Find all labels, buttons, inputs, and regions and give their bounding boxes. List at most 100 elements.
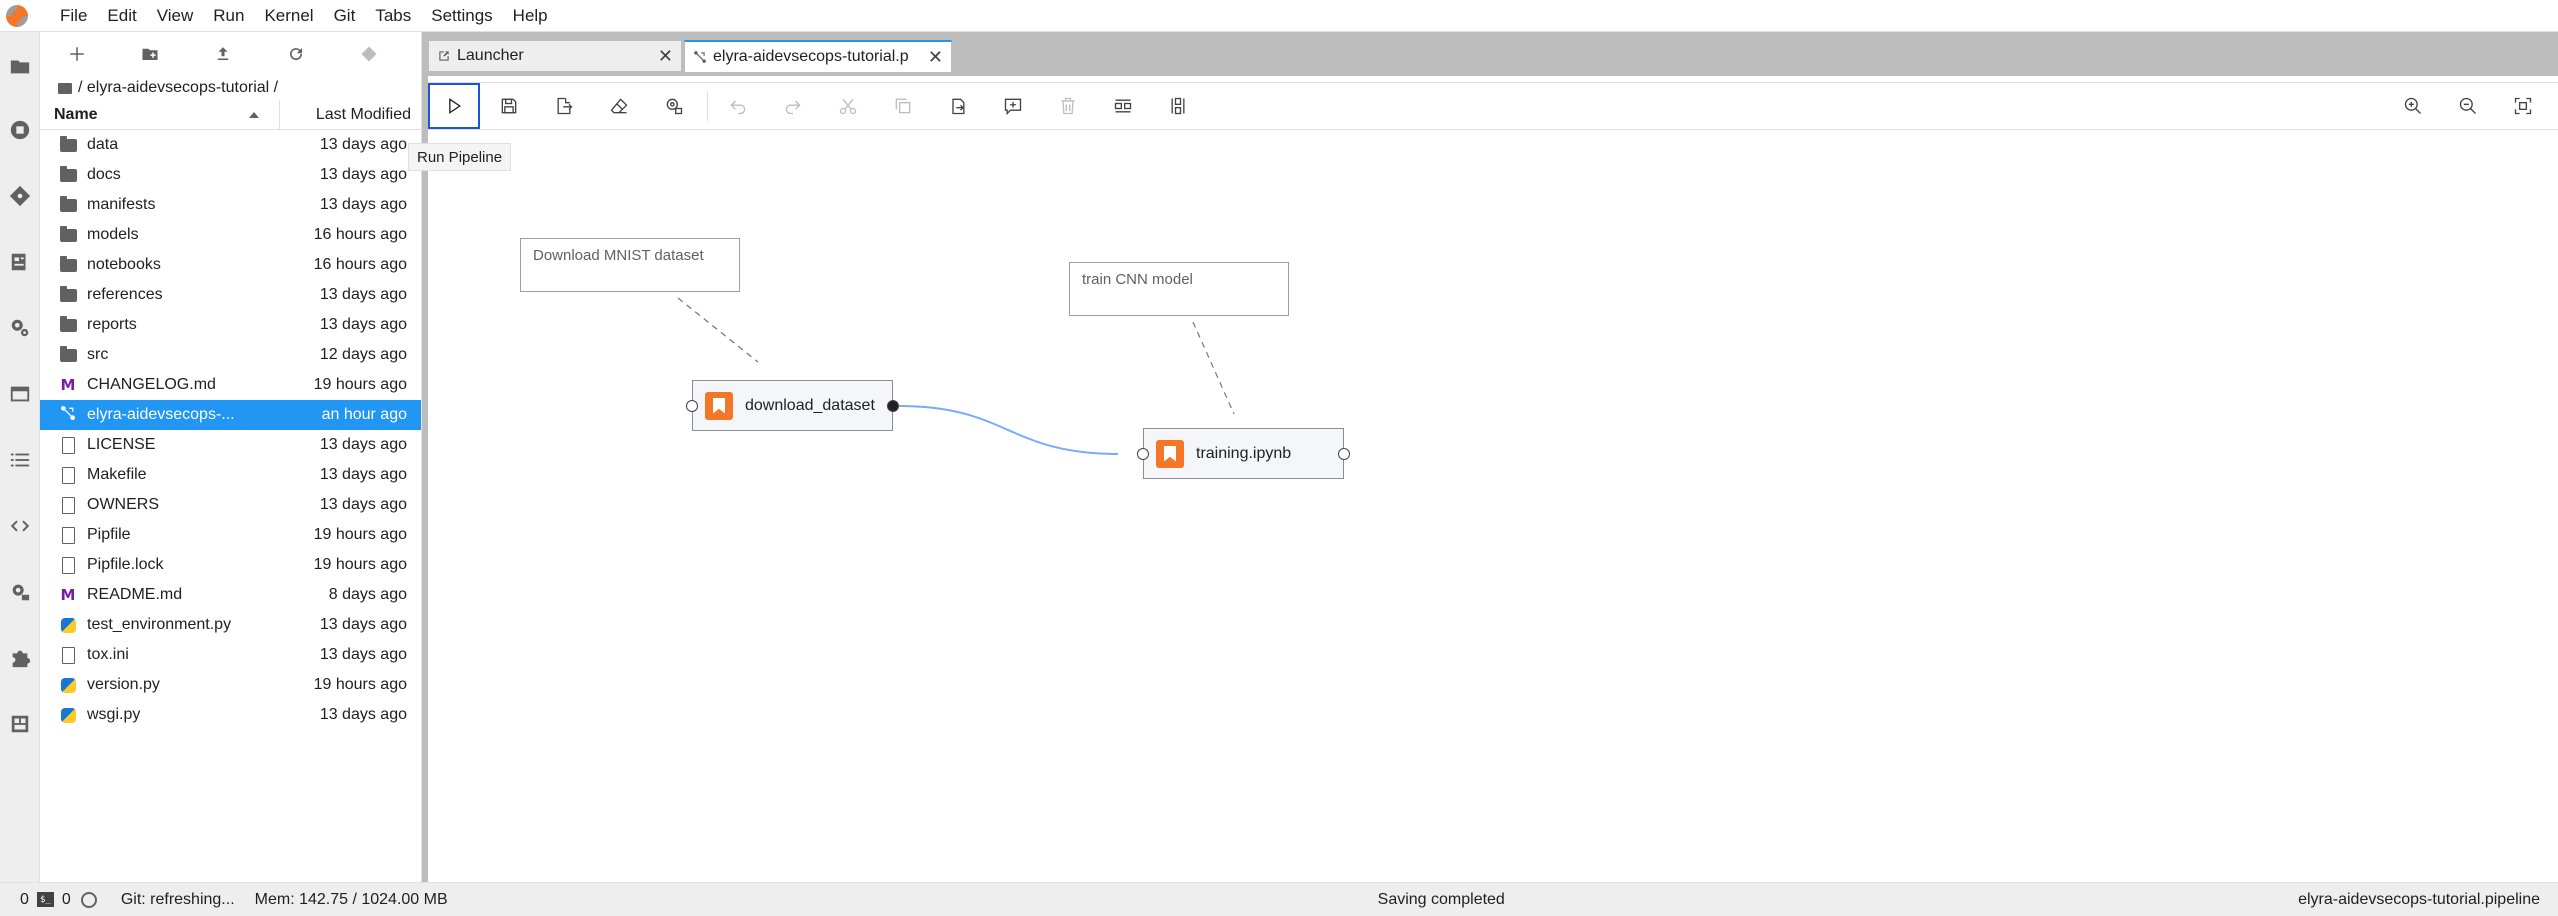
run-pipeline-button[interactable] <box>428 83 480 129</box>
file-row[interactable]: LICENSE 13 days ago <box>40 430 421 460</box>
redo-button[interactable] <box>767 83 819 129</box>
git-status[interactable]: Git: refreshing... <box>121 891 235 909</box>
menu-view[interactable]: View <box>147 0 204 32</box>
copy-button[interactable] <box>877 83 929 129</box>
comment-train[interactable]: train CNN model <box>1069 262 1289 316</box>
menu-help[interactable]: Help <box>503 0 558 32</box>
menu-git[interactable]: Git <box>324 0 366 32</box>
file-name: LICENSE <box>87 436 156 453</box>
menu-tabs[interactable]: Tabs <box>365 0 421 32</box>
fit-to-screen-button[interactable] <box>2495 83 2550 129</box>
file-name: reports <box>87 316 137 333</box>
sort-ascending-icon <box>249 111 259 118</box>
file-row[interactable]: OWNERS 13 days ago <box>40 490 421 520</box>
node-training[interactable]: training.ipynb <box>1137 428 1350 479</box>
file-row[interactable]: Pipfile.lock 19 hours ago <box>40 550 421 580</box>
column-header-name[interactable]: Name <box>40 100 280 129</box>
file-row[interactable]: version.py 19 hours ago <box>40 670 421 700</box>
table-of-contents-icon[interactable] <box>8 448 32 472</box>
file-name: README.md <box>87 586 183 603</box>
add-comment-button[interactable] <box>987 83 1039 129</box>
file-row[interactable]: tox.ini 13 days ago <box>40 640 421 670</box>
pipeline-links <box>677 297 1235 455</box>
file-row[interactable]: Pipfile 19 hours ago <box>40 520 421 550</box>
extensions-puzzle-icon[interactable] <box>8 646 32 670</box>
zoom-in-button[interactable] <box>2385 83 2440 129</box>
file-row[interactable]: docs 13 days ago <box>40 160 421 190</box>
comment-link-2 <box>1192 321 1235 415</box>
cut-icon <box>839 98 857 115</box>
close-icon[interactable]: ✕ <box>658 46 673 67</box>
output-port[interactable] <box>887 400 899 412</box>
terminal-icon[interactable]: $_ <box>36 892 54 907</box>
menu-bar: File Edit View Run Kernel Git Tabs Setti… <box>0 0 2558 32</box>
paste-button[interactable] <box>932 83 984 129</box>
file-row[interactable]: src 12 days ago <box>40 340 421 370</box>
breadcrumb-path[interactable]: / elyra-aidevsecops-tutorial / <box>78 79 278 97</box>
new-folder-button[interactable] <box>113 45 186 63</box>
menu-settings[interactable]: Settings <box>421 0 502 32</box>
menu-file[interactable]: File <box>50 0 97 32</box>
node-download-dataset[interactable]: download_dataset <box>686 380 899 431</box>
tab-launcher[interactable]: Launcher ✕ <box>428 40 682 72</box>
pipeline-canvas[interactable]: Download MNIST dataset train CNN model d… <box>428 132 2558 916</box>
runtimes-icon[interactable] <box>8 580 32 604</box>
file-row[interactable]: notebooks 16 hours ago <box>40 250 421 280</box>
file-row[interactable]: test_environment.py 13 days ago <box>40 610 421 640</box>
file-modified: 13 days ago <box>319 196 407 213</box>
file-row[interactable]: references 13 days ago <box>40 280 421 310</box>
close-icon[interactable]: ✕ <box>928 47 943 68</box>
tab-pipeline[interactable]: elyra-aidevsecops-tutorial.p ✕ <box>684 40 952 73</box>
file-row[interactable]: elyra-aidevsecops-... an hour ago <box>40 400 421 430</box>
arrange-vertical-button[interactable] <box>1152 83 1204 129</box>
kernel-gear-icon[interactable] <box>80 891 97 908</box>
input-port[interactable] <box>686 400 698 412</box>
terminal-count[interactable]: 0 <box>62 891 71 909</box>
column-header-last-modified[interactable]: Last Modified <box>280 106 421 124</box>
delete-button[interactable] <box>1042 83 1094 129</box>
file-icon <box>58 465 78 485</box>
new-launcher-button[interactable] <box>40 45 113 63</box>
open-runtimes-button[interactable] <box>648 83 700 129</box>
file-row[interactable]: M README.md 8 days ago <box>40 580 421 610</box>
file-row[interactable]: wsgi.py 13 days ago <box>40 700 421 730</box>
git-clone-button[interactable] <box>332 45 405 63</box>
cut-button[interactable] <box>822 83 874 129</box>
breadcrumb[interactable]: / elyra-aidevsecops-tutorial / <box>40 76 421 100</box>
save-pipeline-button[interactable] <box>483 83 535 129</box>
arrange-horizontal-button[interactable] <box>1097 83 1149 129</box>
current-file-name: elyra-aidevsecops-tutorial.pipeline <box>2298 890 2540 908</box>
file-list: data 13 days ago docs 13 days ago manifests 1… <box>40 130 421 730</box>
launcher-icon <box>437 49 451 63</box>
input-port[interactable] <box>1137 448 1149 460</box>
running-icon[interactable] <box>8 118 32 142</box>
upload-icon <box>217 47 228 60</box>
file-row[interactable]: M CHANGELOG.md 19 hours ago <box>40 370 421 400</box>
output-port[interactable] <box>1338 448 1350 460</box>
settings-gears-icon[interactable] <box>8 316 32 340</box>
menu-kernel[interactable]: Kernel <box>254 0 323 32</box>
refresh-button[interactable] <box>259 45 332 63</box>
property-inspector-icon[interactable] <box>8 250 32 274</box>
file-name: test_environment.py <box>87 616 232 633</box>
component-catalog-icon[interactable] <box>8 712 32 736</box>
export-pipeline-button[interactable] <box>538 83 590 129</box>
folder-icon[interactable] <box>8 54 32 78</box>
git-icon[interactable] <box>8 184 32 208</box>
file-row[interactable]: Makefile 13 days ago <box>40 460 421 490</box>
clear-pipeline-button[interactable] <box>593 83 645 129</box>
git-clone-icon <box>361 46 376 62</box>
upload-button[interactable] <box>186 45 259 63</box>
undo-button[interactable] <box>712 83 764 129</box>
menu-run[interactable]: Run <box>203 0 254 32</box>
kernel-count[interactable]: 0 <box>20 891 29 909</box>
file-row[interactable]: reports 13 days ago <box>40 310 421 340</box>
tabs-icon[interactable] <box>8 382 32 406</box>
zoom-out-button[interactable] <box>2440 83 2495 129</box>
code-snippets-icon[interactable] <box>8 514 32 538</box>
file-row[interactable]: data 13 days ago <box>40 130 421 160</box>
menu-edit[interactable]: Edit <box>97 0 146 32</box>
file-row[interactable]: models 16 hours ago <box>40 220 421 250</box>
comment-download[interactable]: Download MNIST dataset <box>520 238 740 292</box>
file-row[interactable]: manifests 13 days ago <box>40 190 421 220</box>
